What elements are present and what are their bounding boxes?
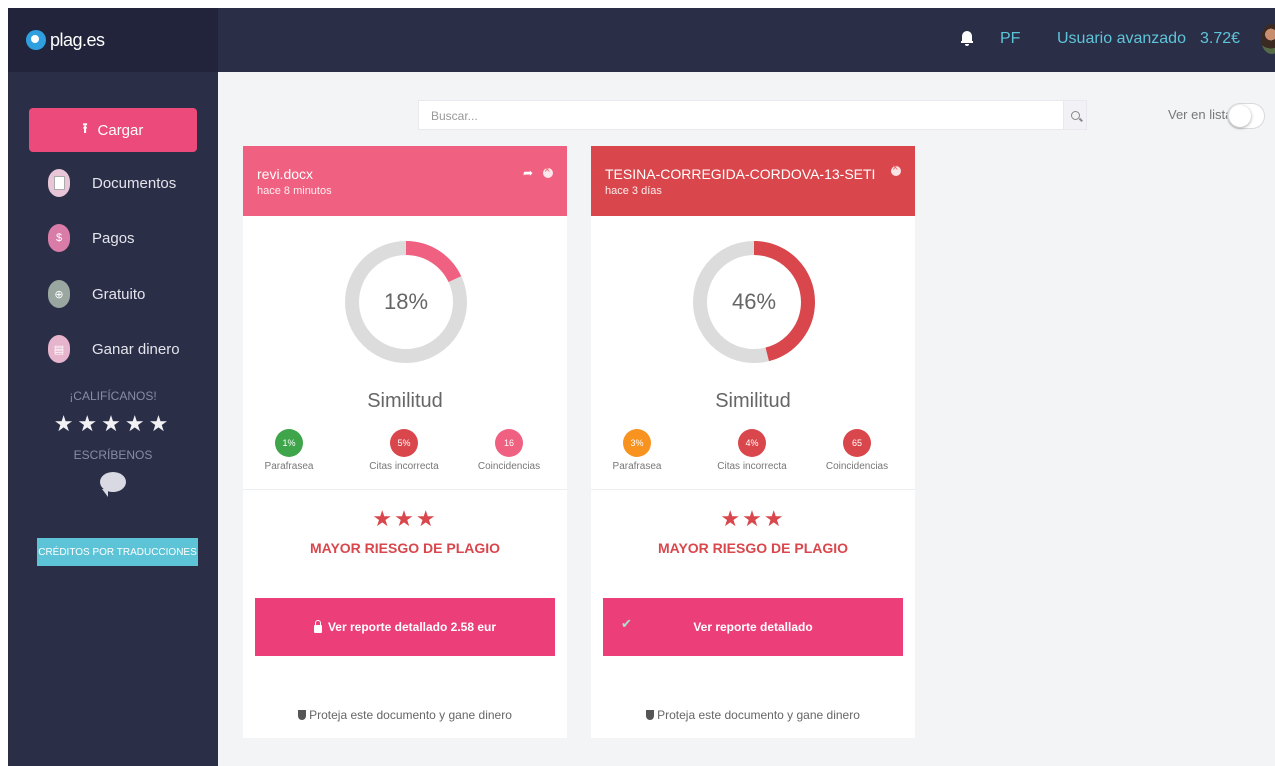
- report-label: Ver reporte detallado 2.58 eur: [327, 620, 497, 634]
- account-balance[interactable]: 3.72€: [1200, 30, 1240, 48]
- protect-link[interactable]: Proteja este documento y gane dinero: [243, 708, 567, 722]
- chat-icon[interactable]: [100, 472, 126, 497]
- file-name: TESINA-CORREGIDA-CORDOVA-13-SETIEMBRE-: [605, 166, 875, 182]
- stat-bubble: 1%: [275, 429, 303, 457]
- stat-label: Coincidencias: [825, 461, 889, 472]
- check-icon: ✔: [621, 616, 632, 631]
- protect-label: Proteja este documento y gane dinero: [657, 708, 860, 722]
- stat-citations: 5% Citas incorrecta: [354, 429, 454, 472]
- sidebar-item-ganar-dinero[interactable]: ▤ Ganar dinero: [48, 333, 180, 365]
- risk-level: MAYOR RIESGO DE PLAGIO: [657, 540, 849, 556]
- view-list-toggle[interactable]: [1227, 103, 1265, 129]
- sidebar-item-label: Documentos: [92, 174, 177, 192]
- card-header[interactable]: TESINA-CORREGIDA-CORDOVA-13-SETIEMBRE- h…: [591, 146, 915, 216]
- stat-label: Citas incorrecta: [717, 461, 787, 472]
- stat-label: Parafrasea: [612, 461, 662, 472]
- similarity-gauge: 46%: [688, 236, 820, 368]
- app-frame: plag.es ⭱ Cargar Documentos $ Pagos ⊕ Gr…: [8, 8, 1275, 766]
- stat-bubble: 4%: [738, 429, 766, 457]
- rating-stars[interactable]: ★★★★★: [8, 411, 218, 437]
- stat-matches: 16 Coincidencias: [459, 429, 559, 472]
- risk-level: MAYOR RIESGO DE PLAGIO: [309, 540, 501, 556]
- stat-paraphrase: 3% Parafrasea: [587, 429, 687, 472]
- stat-bubble: 3%: [623, 429, 651, 457]
- sidebar-item-label: Ganar dinero: [92, 340, 180, 358]
- document-icon: [48, 169, 70, 197]
- stat-citations: 4% Citas incorrecta: [702, 429, 802, 472]
- similarity-label: Similitud: [715, 390, 791, 412]
- divider: [591, 489, 915, 490]
- file-time: hace 3 días: [605, 185, 662, 197]
- close-icon[interactable]: [891, 162, 901, 176]
- view-list-label: Ver en lista: [1168, 107, 1233, 122]
- user-level[interactable]: Usuario avanzado: [1057, 30, 1186, 48]
- stat-matches: 65 Coincidencias: [807, 429, 907, 472]
- top-bar: PF Usuario avanzado 3.72€: [218, 8, 1275, 72]
- view-report-button[interactable]: ✔ Ver reporte detallado: [603, 598, 903, 656]
- search-icon: [1070, 110, 1080, 120]
- avatar[interactable]: [1261, 24, 1275, 54]
- shield-icon: [298, 710, 307, 720]
- protect-link[interactable]: Proteja este documento y gane dinero: [591, 708, 915, 722]
- bell-icon[interactable]: [961, 30, 973, 46]
- sidebar-item-gratuito[interactable]: ⊕ Gratuito: [48, 278, 145, 310]
- close-icon[interactable]: [543, 164, 553, 178]
- stat-bubble: 16: [495, 429, 523, 457]
- card-header[interactable]: revi.docx hace 8 minutos ➦: [243, 146, 567, 216]
- sidebar-item-pagos[interactable]: $ Pagos: [48, 222, 135, 254]
- sidebar-item-documentos[interactable]: Documentos: [48, 167, 176, 199]
- risk-stars: ★★★: [720, 506, 786, 531]
- upload-button[interactable]: ⭱ Cargar: [29, 108, 197, 152]
- stat-bubble: 5%: [390, 429, 418, 457]
- report-label: Ver reporte detallado: [693, 620, 813, 634]
- file-name: revi.docx: [257, 166, 314, 182]
- similarity-percent: 46%: [731, 289, 777, 314]
- user-initials[interactable]: PF: [1000, 30, 1020, 48]
- sidebar: plag.es ⭱ Cargar Documentos $ Pagos ⊕ Gr…: [8, 8, 218, 766]
- share-icon[interactable]: ➦: [523, 166, 533, 180]
- credits-button[interactable]: CRÉDITOS POR TRADUCCIONES: [37, 538, 198, 566]
- similarity-gauge: 18%: [340, 236, 472, 368]
- sidebar-item-label: Gratuito: [92, 285, 146, 303]
- divider: [243, 489, 567, 490]
- write-title: ESCRÍBENOS: [73, 448, 153, 462]
- search-input[interactable]: Buscar...: [418, 100, 1063, 130]
- view-report-button[interactable]: Ver reporte detallado 2.58 eur: [255, 598, 555, 656]
- toggle-knob: [1229, 105, 1251, 127]
- earn-icon: ▤: [48, 335, 70, 363]
- upload-label: Cargar: [97, 121, 144, 139]
- protect-label: Proteja este documento y gane dinero: [309, 708, 512, 722]
- sidebar-item-label: Pagos: [92, 229, 135, 247]
- similarity-percent: 18%: [383, 289, 429, 314]
- logo-text: plag.es: [50, 29, 105, 50]
- stat-label: Coincidencias: [477, 461, 541, 472]
- file-time: hace 8 minutos: [257, 185, 332, 197]
- logo-icon: [26, 30, 46, 50]
- search-button[interactable]: [1063, 100, 1087, 130]
- similarity-label: Similitud: [367, 390, 443, 412]
- stat-paraphrase: 1% Parafrasea: [239, 429, 339, 472]
- money-bag-icon: $: [48, 224, 70, 252]
- globe-icon: ⊕: [48, 280, 70, 308]
- risk-stars: ★★★: [372, 506, 438, 531]
- document-card: revi.docx hace 8 minutos ➦ 18% Similitud…: [243, 146, 567, 738]
- stat-bubble: 65: [843, 429, 871, 457]
- rate-title: ¡CALIFÍCANOS!: [69, 389, 157, 403]
- stat-label: Citas incorrecta: [369, 461, 439, 472]
- shield-icon: [646, 710, 655, 720]
- logo[interactable]: plag.es: [8, 8, 218, 72]
- document-card: TESINA-CORREGIDA-CORDOVA-13-SETIEMBRE- h…: [591, 146, 915, 738]
- upload-icon: ⭱: [82, 120, 88, 136]
- stat-label: Parafrasea: [264, 461, 314, 472]
- lock-icon: [313, 619, 322, 633]
